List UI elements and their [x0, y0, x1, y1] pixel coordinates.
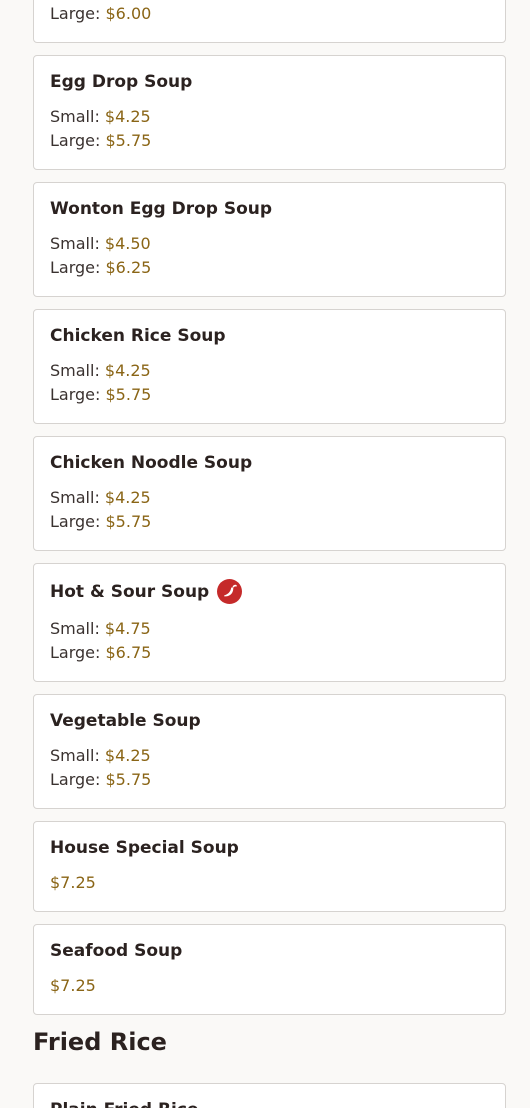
menu-item-card[interactable]: Chicken Noodle Soup Small: $4.25 Large: …: [33, 436, 506, 551]
menu-item-card[interactable]: Plain Fried Rice: [33, 1083, 506, 1108]
item-name: Plain Fried Rice: [50, 1100, 198, 1108]
section-heading: Fried Rice: [33, 1028, 167, 1056]
item-name: Hot & Sour Soup: [50, 581, 210, 602]
small-label: Small:: [50, 107, 100, 126]
menu-item-card[interactable]: Wonton Egg Drop Soup Small: $4.50 Large:…: [33, 182, 506, 297]
item-name: Chicken Rice Soup: [50, 326, 226, 346]
large-price: $6.75: [105, 643, 152, 662]
small-price-line: Small: $4.75: [50, 619, 151, 638]
large-price-line: Large: $6.75: [50, 643, 151, 662]
large-label: Large:: [50, 258, 101, 277]
large-label: Large:: [50, 512, 101, 531]
small-price: $4.25: [104, 361, 151, 380]
large-price: $5.75: [105, 770, 152, 789]
large-price: $5.75: [105, 512, 152, 531]
small-label: Small:: [50, 746, 100, 765]
menu-item-card[interactable]: Seafood Soup $7.25: [33, 924, 506, 1015]
large-label: Large:: [50, 4, 101, 23]
small-price: $4.25: [104, 746, 151, 765]
item-name: Chicken Noodle Soup: [50, 453, 253, 473]
menu-item-card[interactable]: Vegetable Soup Small: $4.25 Large: $5.75: [33, 694, 506, 809]
menu-item-card-partial: Large: $6.00: [33, 0, 506, 43]
price-line: $7.25: [50, 976, 96, 995]
small-price-line: Small: $4.25: [50, 488, 151, 507]
large-price-line: Large: $5.75: [50, 770, 151, 789]
small-price: $4.50: [104, 234, 151, 253]
small-label: Small:: [50, 619, 100, 638]
small-price: $4.25: [104, 488, 151, 507]
item-name: Vegetable Soup: [50, 711, 201, 731]
large-price-line: Large: $5.75: [50, 131, 151, 150]
large-price: $5.75: [105, 131, 152, 150]
item-title-row: Hot & Sour Soup: [50, 579, 243, 604]
price-line: $7.25: [50, 873, 96, 892]
small-price: $4.25: [104, 107, 151, 126]
small-price-line: Small: $4.50: [50, 234, 151, 253]
small-price-line: Small: $4.25: [50, 361, 151, 380]
large-label: Large:: [50, 131, 101, 150]
large-price: $6.25: [105, 258, 152, 277]
large-label: Large:: [50, 385, 101, 404]
large-price-line: Large: $5.75: [50, 385, 151, 404]
small-label: Small:: [50, 234, 100, 253]
item-name: Egg Drop Soup: [50, 72, 193, 92]
menu-item-card[interactable]: Hot & Sour Soup Small: $4.75 Large: $6.7…: [33, 563, 506, 682]
large-price-line: Large: $6.25: [50, 258, 151, 277]
large-price: $5.75: [105, 385, 152, 404]
small-label: Small:: [50, 361, 100, 380]
menu-item-card[interactable]: Chicken Rice Soup Small: $4.25 Large: $5…: [33, 309, 506, 424]
small-price-line: Small: $4.25: [50, 107, 151, 126]
item-price: $7.25: [50, 873, 96, 892]
small-price: $4.75: [104, 619, 151, 638]
item-name: Seafood Soup: [50, 941, 183, 961]
large-price: $6.00: [105, 4, 152, 23]
small-label: Small:: [50, 488, 100, 507]
item-name: Wonton Egg Drop Soup: [50, 199, 273, 219]
menu-item-card[interactable]: Egg Drop Soup Small: $4.25 Large: $5.75: [33, 55, 506, 170]
large-price-line: Large: $6.00: [50, 4, 151, 23]
item-price: $7.25: [50, 976, 96, 995]
large-label: Large:: [50, 770, 101, 789]
item-name: House Special Soup: [50, 838, 239, 858]
large-label: Large:: [50, 643, 101, 662]
spicy-chili-icon: [217, 579, 243, 604]
large-price-line: Large: $5.75: [50, 512, 151, 531]
small-price-line: Small: $4.25: [50, 746, 151, 765]
menu-item-card[interactable]: House Special Soup $7.25: [33, 821, 506, 912]
